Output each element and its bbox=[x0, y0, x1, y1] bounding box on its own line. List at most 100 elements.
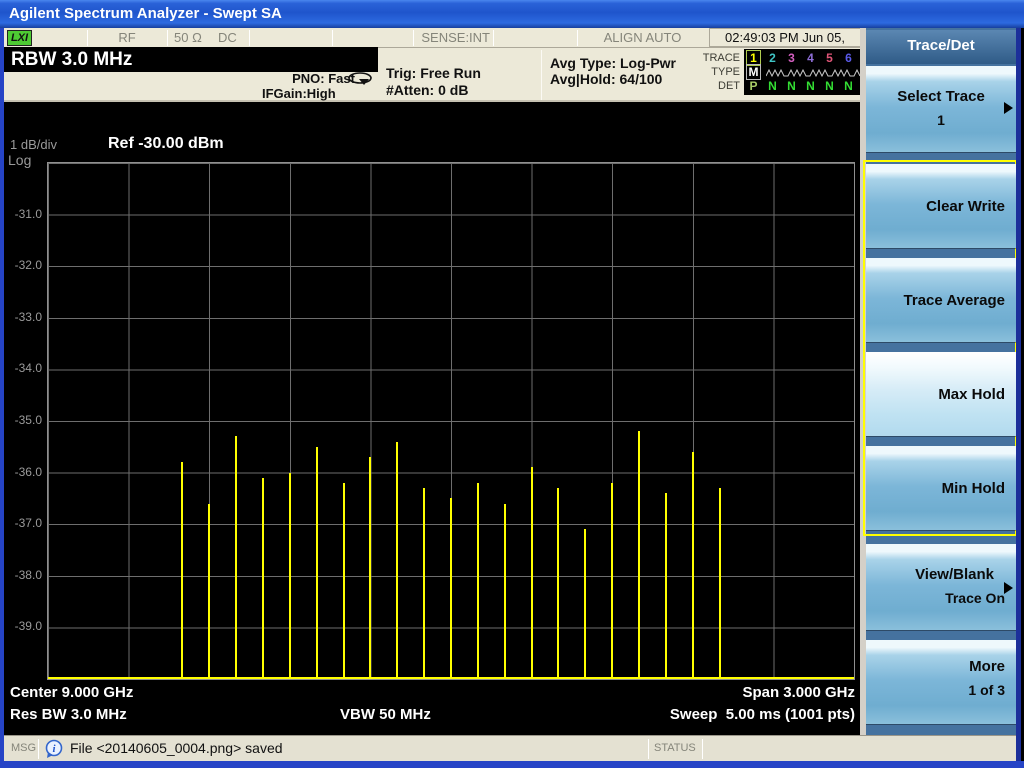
spectrum-spike bbox=[584, 529, 587, 679]
spectrum-spike bbox=[476, 482, 479, 679]
type-row-label: TYPE bbox=[711, 66, 740, 78]
message-text: File <20140605_0004.png> saved bbox=[70, 740, 283, 756]
select-trace-label: Select Trace bbox=[897, 88, 985, 105]
res-bw-label: Res BW 3.0 MHz bbox=[10, 706, 127, 723]
avg-type-readout: Avg Type: Log-Pwr bbox=[550, 55, 676, 71]
view-blank-button[interactable]: View/Blank Trace On bbox=[866, 544, 1016, 630]
status-cell-label: STATUS bbox=[654, 742, 696, 754]
detector-indicator: N bbox=[844, 79, 853, 93]
noise-floor-baseline bbox=[48, 677, 854, 679]
max-hold-label: Max Hold bbox=[938, 386, 1005, 403]
ref-level-label: Ref -30.00 dBm bbox=[108, 135, 224, 152]
y-tick-label: -33.0 bbox=[14, 309, 42, 324]
spectrum-spike bbox=[423, 488, 426, 679]
spectrum-spike bbox=[611, 482, 614, 679]
view-blank-value: Trace On bbox=[945, 590, 1005, 606]
trace-number: 6 bbox=[845, 51, 852, 65]
more-button[interactable]: More 1 of 3 bbox=[866, 640, 1016, 724]
min-hold-label: Min Hold bbox=[941, 480, 1005, 497]
statusbar-separator bbox=[249, 30, 250, 46]
more-page-value: 1 of 3 bbox=[968, 682, 1005, 698]
messagebar-separator bbox=[38, 739, 39, 759]
trace-number: 2 bbox=[769, 51, 776, 65]
y-tick-label: -36.0 bbox=[14, 464, 42, 479]
scale-per-div-label: 1 dB/div bbox=[10, 137, 57, 152]
y-tick-label: -38.0 bbox=[14, 567, 42, 582]
align-indicator: ALIGN AUTO bbox=[603, 30, 682, 45]
spectrum-spike bbox=[261, 477, 264, 679]
sense-indicator: SENSE:INT bbox=[421, 30, 490, 45]
atten-readout: #Atten: 0 dB bbox=[386, 82, 469, 98]
messagebar-separator bbox=[648, 739, 649, 759]
trace-number: 1 bbox=[746, 50, 761, 66]
trace-indicator-box: 1 2 3 4 5 6 M P N N N N N bbox=[744, 49, 862, 95]
spectrum-spike bbox=[718, 488, 721, 679]
center-freq-label: Center 9.000 GHz bbox=[10, 684, 134, 701]
span-label: Span 3.000 GHz bbox=[742, 684, 855, 701]
spectrum-spike bbox=[235, 436, 238, 679]
trace-number: 5 bbox=[826, 51, 833, 65]
view-blank-label: View/Blank bbox=[915, 566, 994, 583]
y-tick-label: -39.0 bbox=[14, 619, 42, 634]
window-border bbox=[0, 28, 4, 768]
trace-average-label: Trace Average bbox=[903, 292, 1005, 309]
msg-cell-label: MSG bbox=[11, 742, 37, 754]
avg-hold-readout: Avg|Hold: 64/100 bbox=[550, 71, 663, 87]
window-title: Agilent Spectrum Analyzer - Swept SA bbox=[9, 5, 282, 22]
spectrum-display: 1 dB/div Log Ref -30.00 dBm -31.0 -32.0 -3… bbox=[4, 102, 860, 735]
more-label: More bbox=[969, 658, 1005, 675]
submenu-arrow-icon bbox=[1004, 102, 1013, 114]
impedance-indicator: 50 Ω bbox=[174, 30, 202, 45]
trace-row-label: TRACE bbox=[702, 52, 740, 64]
spectrum-spike bbox=[208, 503, 211, 679]
spectrum-spike bbox=[664, 493, 667, 679]
rbw-banner: RBW 3.0 MHz bbox=[4, 47, 378, 72]
window-title-bar: Agilent Spectrum Analyzer - Swept SA bbox=[0, 0, 1024, 28]
clear-write-button[interactable]: Clear Write bbox=[866, 164, 1016, 248]
info-balloon-icon: i bbox=[44, 739, 64, 758]
detector-indicator: P bbox=[749, 79, 758, 93]
trace-average-button[interactable]: Trace Average bbox=[866, 258, 1016, 342]
ifgain-readout: IFGain:High bbox=[262, 86, 336, 101]
messagebar-separator bbox=[702, 739, 703, 759]
trace-number: 3 bbox=[788, 51, 795, 65]
spectrum-spike bbox=[369, 457, 372, 679]
trace-type-maxhold-indicator: M bbox=[746, 64, 761, 80]
statusbar-separator bbox=[332, 30, 333, 46]
min-hold-button[interactable]: Min Hold bbox=[866, 446, 1016, 530]
y-tick-label: -35.0 bbox=[14, 413, 42, 427]
spectrum-spike bbox=[181, 462, 184, 679]
spectrum-spike bbox=[638, 431, 641, 679]
max-hold-button[interactable]: Max Hold bbox=[866, 352, 1016, 436]
trigger-readout: Trig: Free Run bbox=[386, 65, 481, 81]
select-trace-button[interactable]: Select Trace 1 bbox=[866, 66, 1016, 152]
spectrum-spike bbox=[396, 441, 399, 679]
rf-indicator: RF bbox=[118, 30, 136, 45]
top-status-bar: LXI RF 50 Ω DC SENSE:INT ALIGN AUTO 02:4… bbox=[4, 28, 861, 63]
menu-title: Trace/Det bbox=[866, 30, 1016, 64]
detector-indicator: N bbox=[768, 79, 777, 93]
spectrum-spike bbox=[557, 488, 560, 679]
y-tick-label: -34.0 bbox=[14, 361, 42, 376]
spectrum-spike bbox=[342, 482, 345, 679]
y-tick-label: -37.0 bbox=[14, 516, 42, 531]
y-tick-label: -32.0 bbox=[14, 258, 42, 273]
detector-indicator: N bbox=[787, 79, 796, 93]
spectrum-spike bbox=[503, 503, 506, 679]
message-bar: MSG i File <20140605_0004.png> saved STA… bbox=[4, 735, 1021, 761]
y-tick-label: -31.0 bbox=[14, 206, 42, 221]
spectrum-spike bbox=[530, 467, 533, 679]
datetime-readout: 02:49:03 PM Jun 05, 2014 bbox=[709, 28, 861, 63]
spectrum-spike bbox=[450, 498, 452, 679]
sweep-label: Sweep 5.00 ms (1001 pts) bbox=[669, 706, 855, 723]
submenu-arrow-icon bbox=[1004, 582, 1013, 594]
statusbar-separator bbox=[493, 30, 494, 46]
det-row-label: DET bbox=[718, 80, 740, 92]
statusbar-separator bbox=[167, 30, 168, 46]
analyzer-screen: Agilent Spectrum Analyzer - Swept SA LXI… bbox=[0, 0, 1024, 768]
spectrum-spike bbox=[691, 451, 694, 679]
vbw-label: VBW 50 MHz bbox=[340, 706, 431, 723]
log-scale-label: Log bbox=[8, 152, 32, 168]
clear-write-label: Clear Write bbox=[926, 198, 1005, 215]
graticule bbox=[47, 162, 855, 680]
